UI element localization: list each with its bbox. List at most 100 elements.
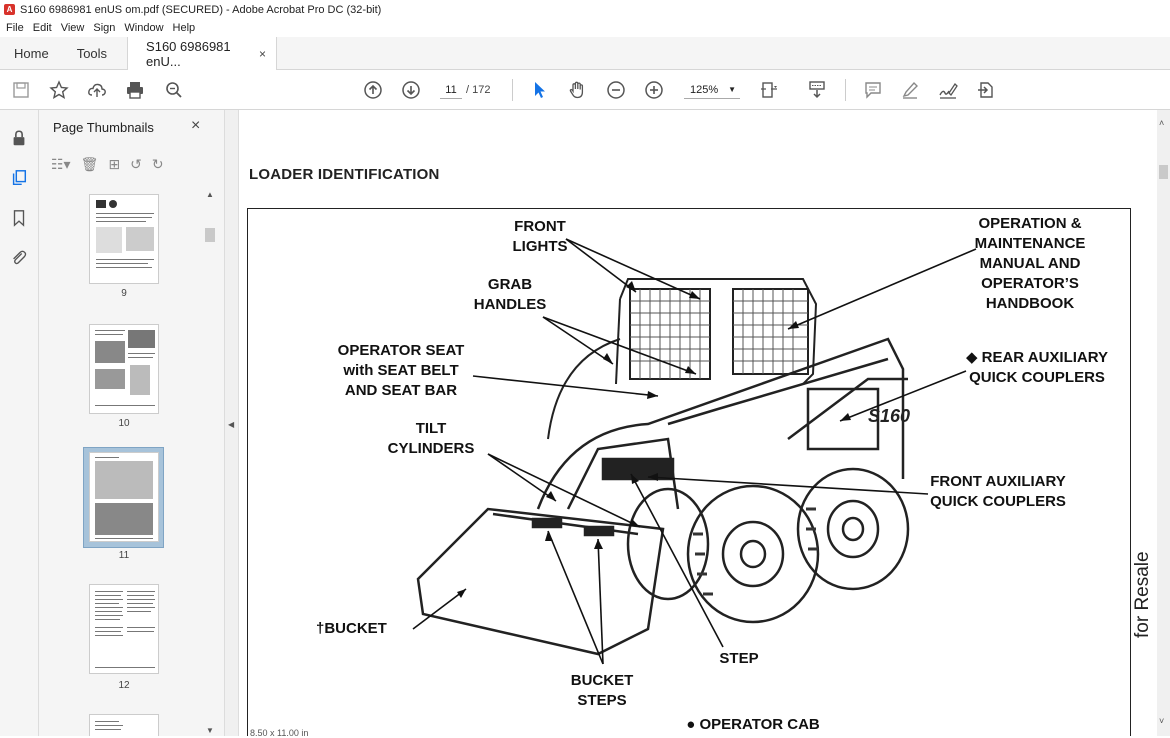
bookmarks-icon[interactable] — [9, 208, 29, 228]
callout-front-lights-text: FRONT LIGHTS — [512, 218, 568, 255]
callout-bucket-steps-text: BUCKET STEPS — [570, 672, 634, 709]
tab-bar: Home Tools S160 6986981 enU... × — [0, 37, 1170, 71]
zoom-level-select[interactable]: 125% ▼ — [684, 81, 740, 99]
callout-operator-cab: ● OPERATOR CAB — [668, 715, 838, 735]
select-cursor-icon[interactable] — [528, 79, 550, 101]
window-title: S160 6986981 enUS om.pdf (SECURED) - Ado… — [20, 3, 382, 16]
callout-step: STEP — [704, 649, 774, 669]
zoom-out-icon[interactable] — [605, 79, 627, 101]
scroll-up-icon[interactable]: ▲ — [206, 190, 214, 199]
bookmark-star-icon[interactable] — [48, 79, 70, 101]
scroll-down-icon[interactable]: ˅ — [1159, 716, 1164, 726]
thumbnail-label: 11 — [118, 550, 130, 561]
page-number-input[interactable]: 11 — [440, 81, 462, 99]
callout-front-auxiliary-text: FRONT AUXILIARY QUICK COUPLERS — [930, 473, 1066, 510]
panel-title: Page Thumbnails — [53, 120, 154, 135]
toolbar-divider — [845, 79, 846, 101]
delete-page-icon[interactable]: 🗑 — [81, 156, 99, 173]
menu-view[interactable]: View — [61, 22, 85, 34]
scroll-up-icon[interactable]: ˄ — [1159, 118, 1164, 128]
callout-tilt-cylinders: TILT CYLINDERS — [376, 419, 486, 459]
insert-page-icon[interactable]: ⊞ — [108, 156, 120, 173]
thumbnail-page-selected[interactable] — [89, 452, 159, 542]
model-badge: S160 — [868, 406, 910, 426]
thumbnail-page[interactable] — [89, 584, 159, 674]
menu-window[interactable]: Window — [124, 22, 163, 34]
tab-home[interactable]: Home — [0, 37, 63, 69]
close-panel-icon[interactable]: × — [191, 117, 200, 135]
thumbnail-label: 9 — [121, 288, 127, 299]
scroll-mode-icon[interactable] — [806, 79, 828, 101]
thumbnail-page[interactable] — [89, 714, 159, 736]
thumbnail-label: 10 — [118, 418, 130, 429]
page-heading: LOADER IDENTIFICATION — [249, 166, 440, 183]
callout-grab-handles-text: GRAB HANDLES — [473, 276, 547, 313]
page-thumbnails-panel: Page Thumbnails × ☷▾ 🗑 ⊞ ↺ ↻ 9 10 11 12 … — [39, 110, 225, 736]
zoom-in-icon[interactable] — [643, 79, 665, 101]
lock-icon[interactable] — [9, 128, 29, 148]
hand-tool-icon[interactable] — [566, 79, 588, 101]
page-total: / 172 — [466, 84, 491, 96]
callout-operator-seat: OPERATOR SEAT with SEAT BELT AND SEAT BA… — [326, 341, 476, 401]
highlight-pen-icon[interactable] — [899, 79, 921, 101]
document-viewer[interactable]: LOADER IDENTIFICATION S160 FRONT LIGHTS … — [239, 110, 1157, 736]
callout-rear-auxiliary: ◆ REAR AUXILIARY QUICK COUPLERS — [948, 348, 1126, 388]
callout-bucket-text: †BUCKET — [316, 620, 387, 637]
thumbnail-scrollbar[interactable]: ▲ ▼ — [204, 190, 216, 736]
toolbar-divider — [512, 79, 513, 101]
callout-manual: OPERATION & MAINTENANCE MANUAL AND OPERA… — [950, 214, 1110, 314]
page-fit-icon[interactable] — [758, 79, 780, 101]
previous-page-icon[interactable] — [362, 79, 384, 101]
callout-step-text: STEP — [719, 650, 759, 667]
options-menu-icon[interactable]: ☷▾ — [51, 156, 71, 173]
document-scroll-thumb[interactable] — [1159, 165, 1168, 179]
document-scrollbar[interactable]: ˄ ˅ — [1157, 110, 1170, 736]
close-tab-icon[interactable]: × — [259, 47, 266, 61]
loader-diagram: S160 FRONT LIGHTS GRAB HANDLES OPERATOR … — [247, 208, 1131, 736]
next-page-icon[interactable] — [400, 79, 422, 101]
panel-collapse-handle[interactable]: ◀ — [225, 110, 239, 736]
attachments-paperclip-icon[interactable] — [9, 248, 29, 268]
save-icon[interactable] — [10, 79, 32, 101]
rotate-right-icon[interactable]: ↻ — [152, 156, 164, 173]
callout-front-auxiliary: FRONT AUXILIARY QUICK COUPLERS — [918, 472, 1078, 512]
left-navigation-rail — [0, 110, 39, 736]
menu-sign[interactable]: Sign — [93, 22, 115, 34]
document-tab-label: S160 6986981 enU... — [146, 39, 231, 69]
watermark-text: for Resale — [1132, 551, 1153, 638]
callout-bucket: †BUCKET — [316, 619, 406, 639]
thumbnail-page[interactable] — [89, 324, 159, 414]
callout-manual-text: OPERATION & MAINTENANCE MANUAL AND OPERA… — [974, 215, 1086, 312]
callout-front-lights: FRONT LIGHTS — [498, 217, 582, 257]
scroll-down-icon[interactable]: ▼ — [206, 726, 214, 735]
callout-bucket-steps: BUCKET STEPS — [556, 671, 648, 711]
chevron-down-icon: ▼ — [728, 85, 736, 94]
callout-operator-seat-text: OPERATOR SEAT with SEAT BELT AND SEAT BA… — [337, 342, 465, 399]
thumbnail-label: 12 — [118, 680, 130, 691]
rotate-left-icon[interactable]: ↺ — [130, 156, 142, 173]
thumbnail-page[interactable] — [89, 194, 159, 284]
zoom-level-value: 125% — [690, 84, 719, 96]
callout-grab-handles: GRAB HANDLES — [460, 275, 560, 315]
print-icon[interactable] — [124, 79, 146, 101]
callout-operator-cab-text: ● OPERATOR CAB — [686, 716, 820, 733]
menu-help[interactable]: Help — [173, 22, 196, 34]
page-thumbnails-icon[interactable] — [9, 168, 29, 188]
collapse-left-icon[interactable]: ◀ — [228, 420, 234, 429]
share-send-icon[interactable] — [975, 79, 997, 101]
sign-icon[interactable] — [937, 79, 959, 101]
thumbnail-scroll-thumb[interactable] — [205, 228, 215, 242]
zoom-search-icon[interactable] — [163, 79, 185, 101]
tab-tools[interactable]: Tools — [63, 37, 121, 69]
comment-icon[interactable] — [862, 79, 884, 101]
callout-tilt-cylinders-text: TILT CYLINDERS — [387, 420, 475, 457]
upload-cloud-icon[interactable] — [86, 79, 108, 101]
tab-document[interactable]: S160 6986981 enU... × — [127, 37, 278, 71]
title-bar: A S160 6986981 enUS om.pdf (SECURED) - A… — [0, 0, 1170, 19]
callout-rear-auxiliary-text: ◆ REAR AUXILIARY QUICK COUPLERS — [965, 349, 1109, 386]
menu-bar: File Edit View Sign Window Help — [0, 19, 1170, 37]
thumbnail-toolbar: ☷▾ 🗑 ⊞ ↺ ↻ — [51, 152, 174, 176]
menu-file[interactable]: File — [6, 22, 24, 34]
page-size-status: 8.50 x 11.00 in — [250, 728, 309, 738]
menu-edit[interactable]: Edit — [33, 22, 52, 34]
